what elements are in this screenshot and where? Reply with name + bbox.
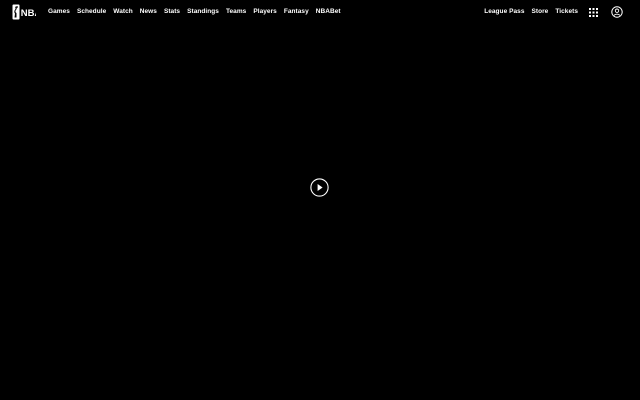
video-player[interactable] <box>0 24 640 400</box>
nav-schedule[interactable]: Schedule <box>77 0 106 24</box>
nav-tickets[interactable]: Tickets <box>555 0 578 24</box>
nav-stats[interactable]: Stats <box>164 0 180 24</box>
nav-teams[interactable]: Teams <box>226 0 246 24</box>
nav-games[interactable]: Games <box>48 0 70 24</box>
play-button[interactable] <box>310 178 329 197</box>
page: NBA Games Schedule Watch News Stats Stan… <box>0 0 640 400</box>
nav-standings[interactable]: Standings <box>187 0 219 24</box>
nba-logo-text: NBA <box>21 8 36 19</box>
nav-league-pass[interactable]: League Pass <box>484 0 524 24</box>
apps-grid-icon[interactable] <box>588 7 598 17</box>
nav-fantasy[interactable]: Fantasy <box>284 0 309 24</box>
main-nav: Games Schedule Watch News Stats Standing… <box>48 0 341 24</box>
nav-players[interactable]: Players <box>253 0 276 24</box>
play-icon <box>310 178 329 197</box>
nav-watch[interactable]: Watch <box>113 0 133 24</box>
nav-nbabet[interactable]: NBABet <box>316 0 341 24</box>
nba-logo[interactable]: NBA <box>12 4 36 20</box>
nav-store[interactable]: Store <box>531 0 548 24</box>
utility-nav: League Pass Store Tickets <box>484 0 623 24</box>
nba-logo-icon: NBA <box>12 4 36 20</box>
nav-news[interactable]: News <box>140 0 157 24</box>
top-navigation-bar: NBA Games Schedule Watch News Stats Stan… <box>0 0 640 24</box>
user-account-icon[interactable] <box>611 6 623 18</box>
